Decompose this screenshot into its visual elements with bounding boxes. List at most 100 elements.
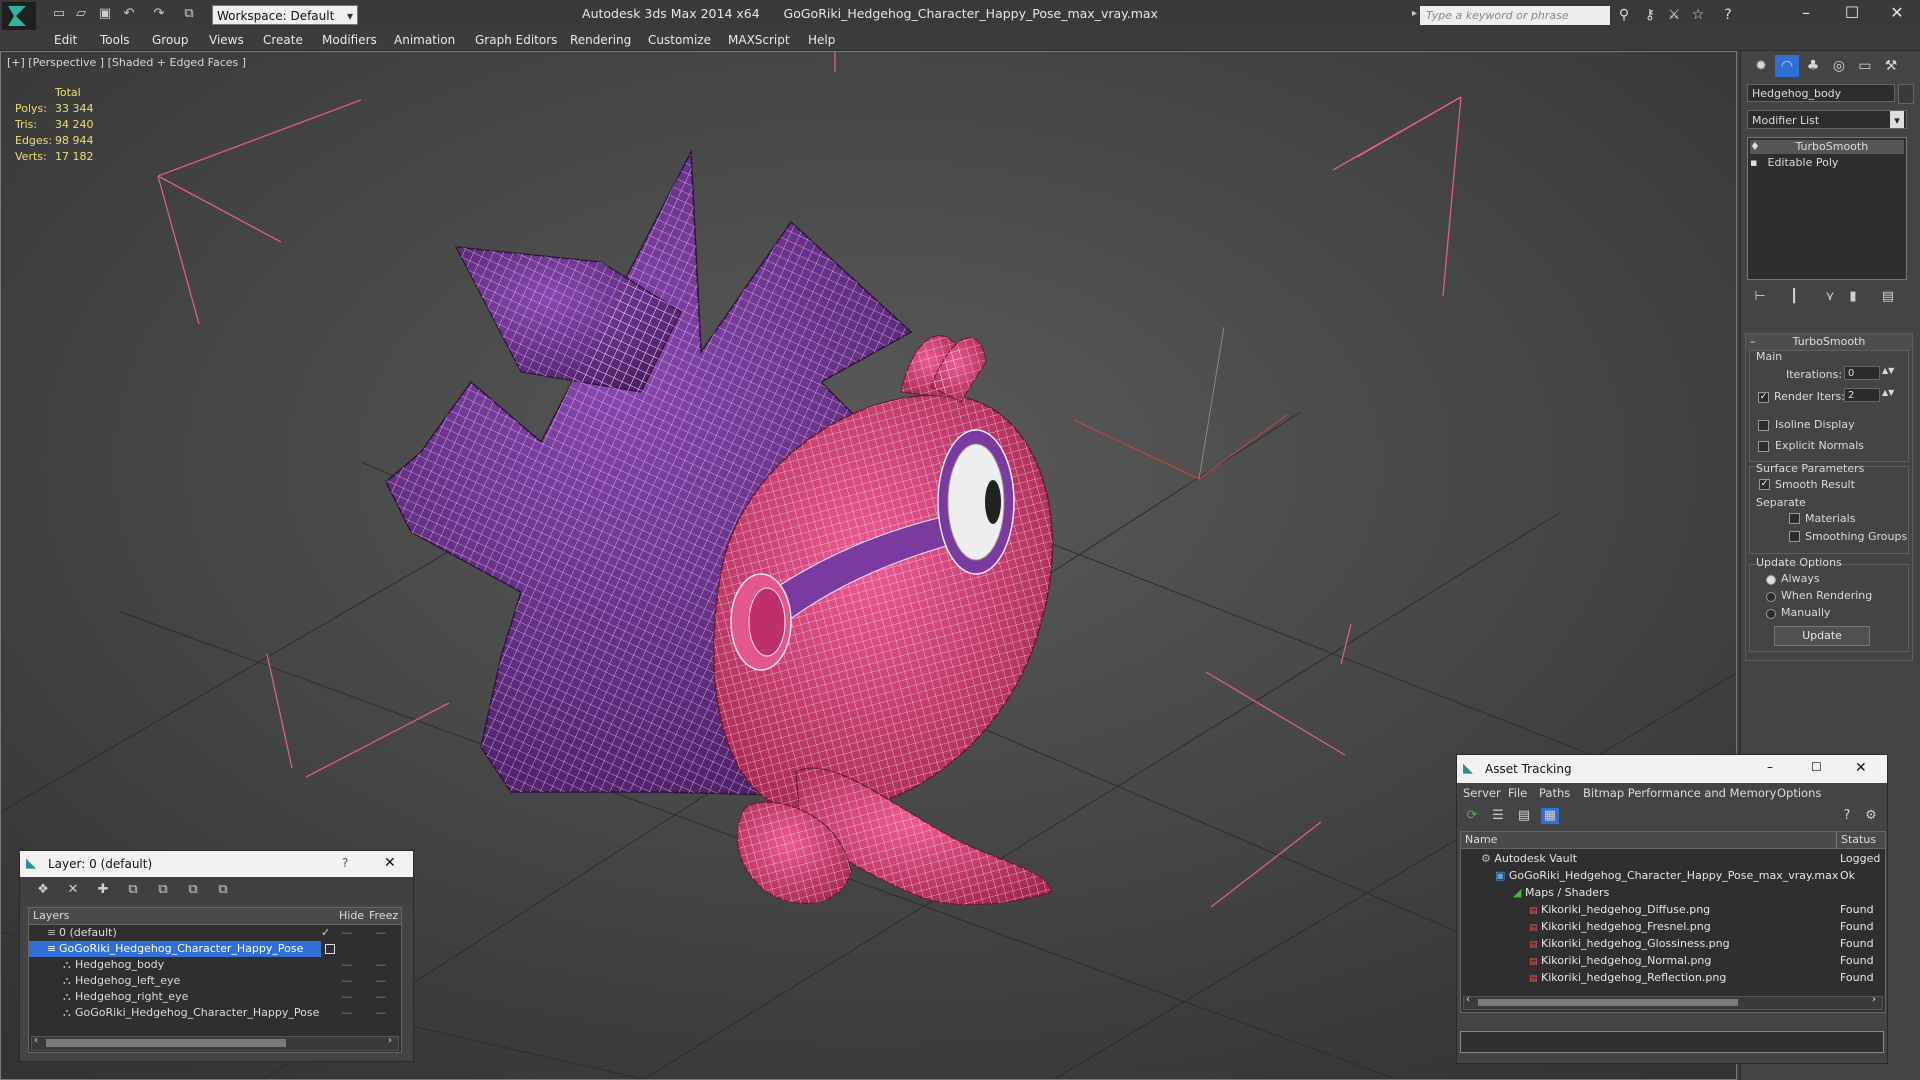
- menu-bitmap-performance[interactable]: Bitmap Performance and Memory: [1583, 783, 1776, 803]
- configure-modifier-sets-icon[interactable]: ▤: [1878, 288, 1898, 306]
- hide-all-icon[interactable]: ⧉: [184, 882, 202, 898]
- utilities-tab-icon[interactable]: ⚒: [1879, 55, 1903, 77]
- pin-stack-icon[interactable]: ⊢: [1750, 288, 1770, 306]
- menu-server[interactable]: Server: [1463, 783, 1501, 803]
- modifier-list-dropdown[interactable]: Modifier List ▾: [1747, 110, 1907, 129]
- list-view-icon[interactable]: ☰: [1489, 808, 1507, 824]
- highlight-layer-icon[interactable]: ⧉: [154, 882, 172, 898]
- manually-radio[interactable]: [1766, 609, 1776, 619]
- settings-icon[interactable]: ⚙: [1862, 808, 1880, 824]
- layers-column-header[interactable]: Layers: [33, 908, 69, 924]
- active-layer-check-icon[interactable]: ✓: [321, 925, 330, 941]
- object-name-field[interactable]: Hedgehog_body: [1747, 84, 1895, 102]
- layer-object-row[interactable]: ⛬ GoGoRiki_Hedgehog_Character_Happy_Pose…: [29, 1005, 401, 1021]
- search-input[interactable]: Type a keyword or phrase: [1420, 6, 1610, 25]
- isoline-display-checkbox[interactable]: [1758, 420, 1769, 431]
- when-rendering-radio[interactable]: [1766, 592, 1776, 602]
- menu-graph-editors[interactable]: Graph Editors: [475, 30, 557, 50]
- stack-item-turbosmooth[interactable]: ♦ TurboSmooth: [1750, 140, 1904, 154]
- freeze-toggle[interactable]: —: [375, 973, 386, 989]
- close-icon[interactable]: ✕: [1874, 0, 1920, 26]
- menu-group[interactable]: Group: [152, 30, 189, 50]
- menu-options[interactable]: Options: [1777, 783, 1821, 803]
- object-color-swatch[interactable]: [1898, 84, 1914, 104]
- show-end-result-icon[interactable]: ┃: [1784, 288, 1804, 306]
- stack-item-editable-poly[interactable]: ▪ Editable Poly: [1750, 156, 1904, 170]
- remove-modifier-icon[interactable]: ▮: [1843, 288, 1863, 306]
- freeze-column-header[interactable]: Freez: [369, 908, 398, 924]
- hide-toggle[interactable]: —: [341, 957, 352, 973]
- hide-toggle[interactable]: —: [341, 925, 352, 941]
- details-view-icon[interactable]: ▤: [1515, 808, 1533, 824]
- workspace-dropdown[interactable]: Workspace: Default ▾: [212, 5, 358, 25]
- select-objects-icon[interactable]: ⧉: [124, 882, 142, 898]
- menu-edit[interactable]: Edit: [54, 30, 77, 50]
- menu-paths[interactable]: Paths: [1539, 783, 1570, 803]
- hide-column-header[interactable]: Hide: [339, 908, 364, 924]
- communication-icon[interactable]: ⚔: [1664, 6, 1684, 24]
- modify-tab-icon[interactable]: ◠: [1775, 55, 1799, 77]
- make-unique-icon[interactable]: ⋎: [1820, 288, 1840, 306]
- asset-row-texture[interactable]: ▤ Kikoriki_hedgehog_Fresnel.png: [1529, 918, 1711, 935]
- close-icon[interactable]: ✕: [384, 855, 396, 871]
- maximize-icon[interactable]: ☐: [1811, 760, 1822, 774]
- scroll-left-icon[interactable]: ‹: [1466, 994, 1470, 1005]
- status-column-header[interactable]: Status: [1836, 832, 1876, 848]
- horizontal-scrollbar[interactable]: ‹ ›: [1463, 994, 1883, 1010]
- smoothing-groups-checkbox[interactable]: [1789, 531, 1800, 542]
- scroll-left-icon[interactable]: ‹: [34, 1035, 38, 1046]
- refresh-icon[interactable]: ⟳: [1463, 808, 1481, 824]
- create-layer-icon[interactable]: ❖: [34, 882, 52, 898]
- delete-layer-icon[interactable]: ✕: [64, 882, 82, 898]
- freeze-all-icon[interactable]: ⧉: [214, 882, 232, 898]
- table-view-icon[interactable]: ▦: [1541, 808, 1559, 824]
- freeze-toggle[interactable]: —: [375, 925, 386, 941]
- freeze-toggle[interactable]: —: [375, 957, 386, 973]
- hide-toggle[interactable]: —: [341, 973, 352, 989]
- always-radio[interactable]: [1766, 575, 1776, 585]
- layer-object-row[interactable]: ⛬ Hedgehog_left_eye — —: [29, 973, 401, 989]
- menu-rendering[interactable]: Rendering: [570, 30, 631, 50]
- save-file-icon[interactable]: ▣: [96, 6, 114, 22]
- menu-animation[interactable]: Animation: [394, 30, 455, 50]
- menu-tools[interactable]: Tools: [100, 30, 130, 50]
- rollout-header[interactable]: – TurboSmooth: [1746, 334, 1912, 350]
- layer-window-titlebar[interactable]: ◣ Layer: 0 (default) ? ✕: [20, 851, 413, 877]
- menu-help[interactable]: Help: [808, 30, 835, 50]
- smooth-result-checkbox[interactable]: ✓: [1759, 479, 1770, 490]
- layer-row-selected[interactable]: ≡ GoGoRiki_Hedgehog_Character_Happy_Pose: [29, 941, 321, 957]
- expand-plus-icon[interactable]: ▪: [1750, 156, 1764, 170]
- spinner-arrows-icon[interactable]: ▲▼: [1882, 366, 1894, 375]
- favorites-star-icon[interactable]: ☆: [1688, 6, 1708, 24]
- scroll-right-icon[interactable]: ›: [388, 1035, 392, 1046]
- display-tab-icon[interactable]: ▭: [1853, 55, 1877, 77]
- menu-maxscript[interactable]: MAXScript: [728, 30, 790, 50]
- freeze-toggle[interactable]: —: [375, 1005, 386, 1021]
- asset-row-texture[interactable]: ▤ Kikoriki_hedgehog_Diffuse.png: [1529, 901, 1710, 918]
- motion-tab-icon[interactable]: ◎: [1827, 55, 1851, 77]
- help-icon[interactable]: ?: [1838, 808, 1856, 824]
- iterations-spinner[interactable]: 0: [1844, 366, 1880, 380]
- scrollbar-thumb[interactable]: [1478, 999, 1738, 1006]
- open-file-icon[interactable]: ▱: [72, 6, 90, 22]
- render-iters-spinner[interactable]: 2: [1844, 388, 1880, 402]
- maximize-icon[interactable]: ☐: [1829, 0, 1875, 26]
- spinner-arrows-icon[interactable]: ▲▼: [1882, 388, 1894, 397]
- viewport-label[interactable]: [+] [Perspective ] [Shaded + Edged Faces…: [7, 56, 246, 69]
- help-icon[interactable]: ?: [1718, 6, 1738, 24]
- scrollbar-thumb[interactable]: [46, 1039, 286, 1047]
- asset-row-maps[interactable]: ◢ Maps / Shaders: [1513, 884, 1609, 901]
- asset-row-texture[interactable]: ▤ Kikoriki_hedgehog_Glossiness.png: [1529, 935, 1730, 952]
- key-icon[interactable]: ⚷: [1640, 6, 1660, 24]
- layer-object-row[interactable]: ⛬ Hedgehog_body — —: [29, 957, 401, 973]
- binoculars-icon[interactable]: ⚲: [1614, 6, 1634, 24]
- hide-toggle[interactable]: —: [341, 989, 352, 1005]
- asset-window-titlebar[interactable]: ◣ Asset Tracking – ☐ ✕: [1457, 755, 1887, 783]
- redo-icon[interactable]: ↷: [150, 6, 168, 22]
- explicit-normals-checkbox[interactable]: [1758, 441, 1769, 452]
- menu-customize[interactable]: Customize: [648, 30, 711, 50]
- close-icon[interactable]: ✕: [1855, 760, 1867, 776]
- materials-checkbox[interactable]: [1789, 513, 1800, 524]
- layer-row[interactable]: ≡ 0 (default) ✓ — —: [29, 925, 401, 941]
- asset-path-field[interactable]: [1460, 1031, 1884, 1053]
